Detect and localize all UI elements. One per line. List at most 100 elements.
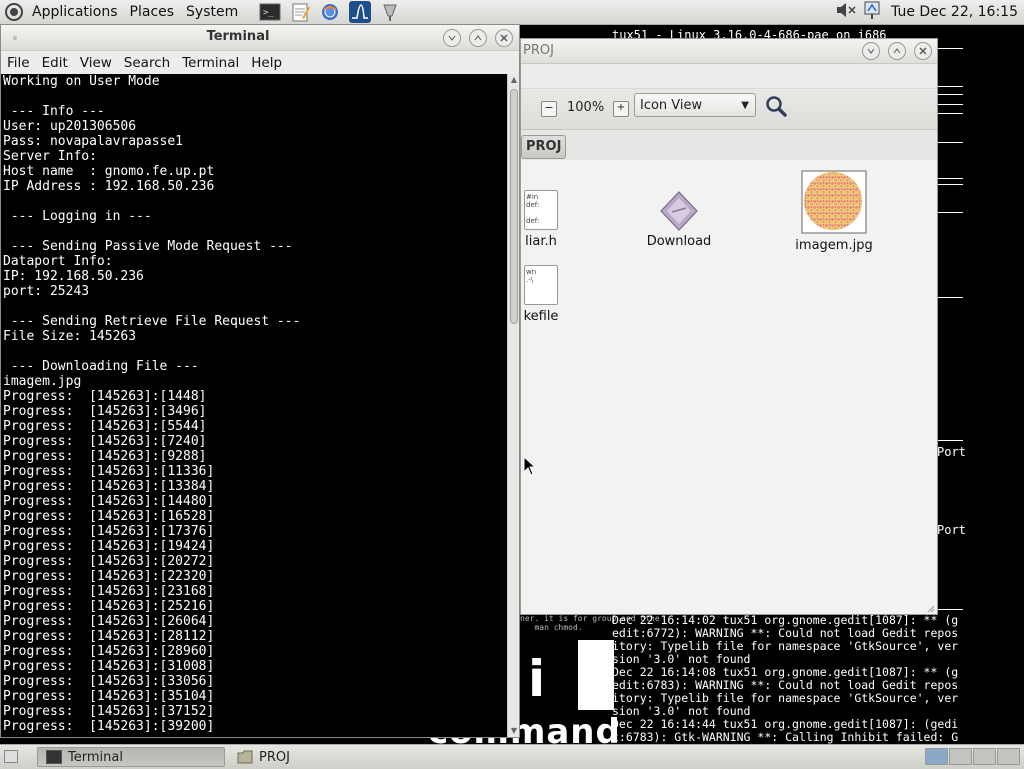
folder-icon <box>237 750 253 764</box>
mouse-pointer-icon <box>523 456 537 476</box>
background-rule <box>937 178 963 179</box>
file-manager-window-controls <box>862 42 932 60</box>
search-icon <box>766 96 787 117</box>
view-mode-value: Icon View <box>640 98 703 113</box>
system-menu[interactable]: System <box>180 4 244 20</box>
file-item-liar-h[interactable]: #in def: def: liar.h <box>521 190 581 249</box>
minimize-button[interactable] <box>443 29 461 47</box>
view-mode-select[interactable]: Icon View ▼ <box>634 93 756 117</box>
file-label: Download <box>646 234 712 249</box>
file-label: liar.h <box>525 234 557 249</box>
terminal-launcher-icon[interactable]: >_ <box>258 1 282 23</box>
close-icon <box>500 34 508 42</box>
terminal-menubar: File Edit View Search Terminal Help <box>1 51 519 75</box>
background-rule <box>937 212 963 213</box>
close-button[interactable] <box>495 29 513 47</box>
scroll-down-icon[interactable]: ▼ <box>508 725 519 737</box>
taskbar-proj-button[interactable]: PROJ <box>230 747 418 767</box>
chevron-down-icon <box>448 35 456 41</box>
monitor-launcher-icon[interactable] <box>348 1 372 23</box>
top-panel: Applications Places System >_ Tue Dec 22… <box>0 0 1024 25</box>
close-icon <box>919 47 927 55</box>
places-menu[interactable]: Places <box>124 4 181 20</box>
menu-terminal[interactable]: Terminal <box>176 55 245 71</box>
panel-tray: Tue Dec 22, 16:15 <box>835 0 1018 24</box>
terminal-output-text: Working on User Mode --- Info --- User: … <box>3 74 301 734</box>
file-manager-toolbar: − 100% + Icon View ▼ <box>521 89 937 130</box>
poster-block <box>578 640 614 710</box>
dropdown-arrow-icon: ▼ <box>741 100 749 111</box>
poster-letters: i <box>528 650 546 708</box>
terminal-window: Terminal File Edit View Search Terminal … <box>0 24 520 738</box>
menu-search[interactable]: Search <box>118 55 176 71</box>
file-manager-titlebar[interactable]: PROJ <box>521 39 937 64</box>
workspace-3[interactable] <box>973 748 996 765</box>
network-icon[interactable] <box>863 0 881 24</box>
svg-text:>_: >_ <box>263 8 274 18</box>
scroll-up-icon[interactable]: ▲ <box>508 74 519 86</box>
text-editor-launcher-icon[interactable] <box>288 1 312 23</box>
workspace-2[interactable] <box>949 748 972 765</box>
minimize-button[interactable] <box>862 42 880 60</box>
background-rule <box>937 48 963 49</box>
background-rule <box>937 113 963 114</box>
chevron-up-icon <box>893 48 901 54</box>
search-button[interactable] <box>764 94 788 118</box>
terminal-scrollbar[interactable]: ▲ ▼ <box>507 74 519 737</box>
terminal-window-controls <box>443 29 513 47</box>
menu-file[interactable]: File <box>1 55 36 71</box>
workspace-switcher <box>925 748 1020 765</box>
terminal-output-area[interactable]: Working on User Mode --- Info --- User: … <box>1 74 507 737</box>
background-rule <box>937 609 963 610</box>
background-port-label: Port <box>937 523 966 537</box>
applications-menu[interactable]: Applications <box>26 4 124 20</box>
close-button[interactable] <box>914 42 932 60</box>
background-rule <box>937 184 963 185</box>
header-file-icon: #in def: def: <box>524 190 558 230</box>
panel-clock[interactable]: Tue Dec 22, 16:15 <box>887 4 1018 20</box>
image-thumbnail-icon <box>801 170 867 234</box>
background-rule <box>937 104 963 105</box>
terminal-title: Terminal <box>206 29 270 44</box>
executable-icon <box>660 191 698 231</box>
background-rule <box>937 440 963 441</box>
resize-grip-icon[interactable] <box>925 602 935 613</box>
zoom-in-button[interactable]: + <box>613 101 629 117</box>
background-log-output: Dec 22 16:14:02 tux51 org.gnome.gedit[10… <box>612 614 959 744</box>
menu-edit[interactable]: Edit <box>36 55 74 71</box>
taskbar-terminal-button[interactable]: Terminal <box>37 747 225 767</box>
taskbar-label: Terminal <box>68 749 123 765</box>
workspace-1[interactable] <box>925 748 948 765</box>
file-item-download[interactable]: Download <box>639 190 719 249</box>
chevron-up-icon <box>474 35 482 41</box>
file-manager-menubar <box>521 64 937 89</box>
menu-help[interactable]: Help <box>245 55 288 71</box>
path-button-proj[interactable]: PROJ <box>521 135 567 159</box>
terminal-icon <box>46 750 62 764</box>
file-manager-window: PROJ − 100% + Icon View ▼ PROJ #in def: … <box>520 38 938 615</box>
workspace-4[interactable] <box>997 748 1020 765</box>
show-desktop-icon[interactable] <box>4 750 18 763</box>
background-rule <box>937 86 963 87</box>
background-rule <box>937 142 963 143</box>
maximize-button[interactable] <box>469 29 487 47</box>
web-browser-launcher-icon[interactable] <box>318 1 342 23</box>
zoom-level: 100% <box>567 100 605 115</box>
volume-muted-icon[interactable] <box>835 1 857 23</box>
chevron-down-icon <box>867 48 875 54</box>
file-item-makefile[interactable]: wn .-\ kefile <box>521 265 581 324</box>
file-item-imagem-jpg[interactable]: imagem.jpg <box>792 170 876 253</box>
bottom-panel: Terminal PROJ <box>0 744 1024 769</box>
terminal-titlebar[interactable]: Terminal <box>1 25 519 51</box>
makefile-icon: wn .-\ <box>524 265 558 305</box>
zoom-out-button[interactable]: − <box>541 101 557 117</box>
file-label: imagem.jpg <box>795 238 873 253</box>
wireshark-launcher-icon[interactable] <box>378 1 402 23</box>
gnome-foot-icon[interactable] <box>2 1 26 23</box>
maximize-button[interactable] <box>888 42 906 60</box>
scrollbar-thumb[interactable] <box>510 89 518 324</box>
menu-view[interactable]: View <box>74 55 118 71</box>
file-label: kefile <box>523 309 559 324</box>
file-manager-pathbar: PROJ <box>521 130 937 163</box>
background-rule <box>937 297 963 298</box>
